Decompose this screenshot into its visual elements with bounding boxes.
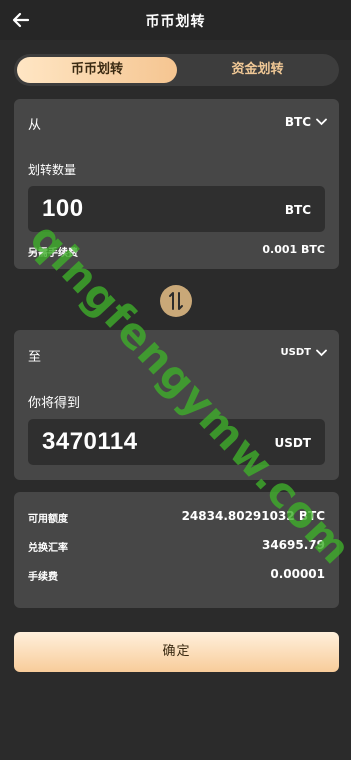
info-card: 可用额度 24834.80291032 BTC 兑换汇率 34695.79 手续… xyxy=(14,492,339,608)
chevron-down-icon xyxy=(316,118,327,126)
from-coin-value: BTC xyxy=(284,115,311,129)
extra-fee-value: 0.001 BTC xyxy=(262,243,325,256)
amount-input[interactable]: 100 BTC xyxy=(28,186,325,232)
fee-value: 0.00001 xyxy=(270,567,325,581)
to-coin-value: USDT xyxy=(280,347,311,358)
receive-label: 你将得到 xyxy=(28,396,81,411)
receive-amount-field: 3470114 USDT xyxy=(28,419,325,465)
receive-amount-unit: USDT xyxy=(274,436,311,450)
swap-icon xyxy=(169,292,183,310)
from-label: 从 xyxy=(28,118,42,133)
amount-value: 100 xyxy=(42,195,84,222)
fee-label: 手续费 xyxy=(28,572,58,583)
receive-amount-value: 3470114 xyxy=(42,428,138,455)
confirm-button[interactable]: 确定 xyxy=(14,632,339,672)
tab-fund-transfer[interactable]: 资金划转 xyxy=(179,57,336,83)
transfer-type-tabs: 币币划转 资金划转 xyxy=(14,54,339,86)
extra-fee-label: 另需手续费 xyxy=(28,248,78,259)
rate-value: 34695.79 xyxy=(261,538,325,552)
to-label: 至 xyxy=(28,350,42,365)
available-value: 24834.80291032 BTC xyxy=(181,509,325,523)
to-coin-select[interactable]: USDT xyxy=(281,347,327,358)
amount-unit: BTC xyxy=(284,203,311,217)
page-title: 币币划转 xyxy=(145,14,206,30)
swap-direction-button[interactable] xyxy=(160,285,192,317)
from-card: 从 BTC 划转数量 100 BTC 另需手续费 0.001 BTC xyxy=(14,99,339,269)
available-label: 可用额度 xyxy=(28,514,68,525)
amount-label: 划转数量 xyxy=(28,163,77,177)
to-card: 至 USDT 你将得到 3470114 USDT xyxy=(14,330,339,480)
from-coin-select[interactable]: BTC xyxy=(285,115,327,129)
header-bar: 币币划转 xyxy=(0,0,351,40)
rate-label: 兑换汇率 xyxy=(28,543,68,554)
chevron-down-icon xyxy=(316,349,327,356)
tab-coin-transfer[interactable]: 币币划转 xyxy=(17,57,177,83)
